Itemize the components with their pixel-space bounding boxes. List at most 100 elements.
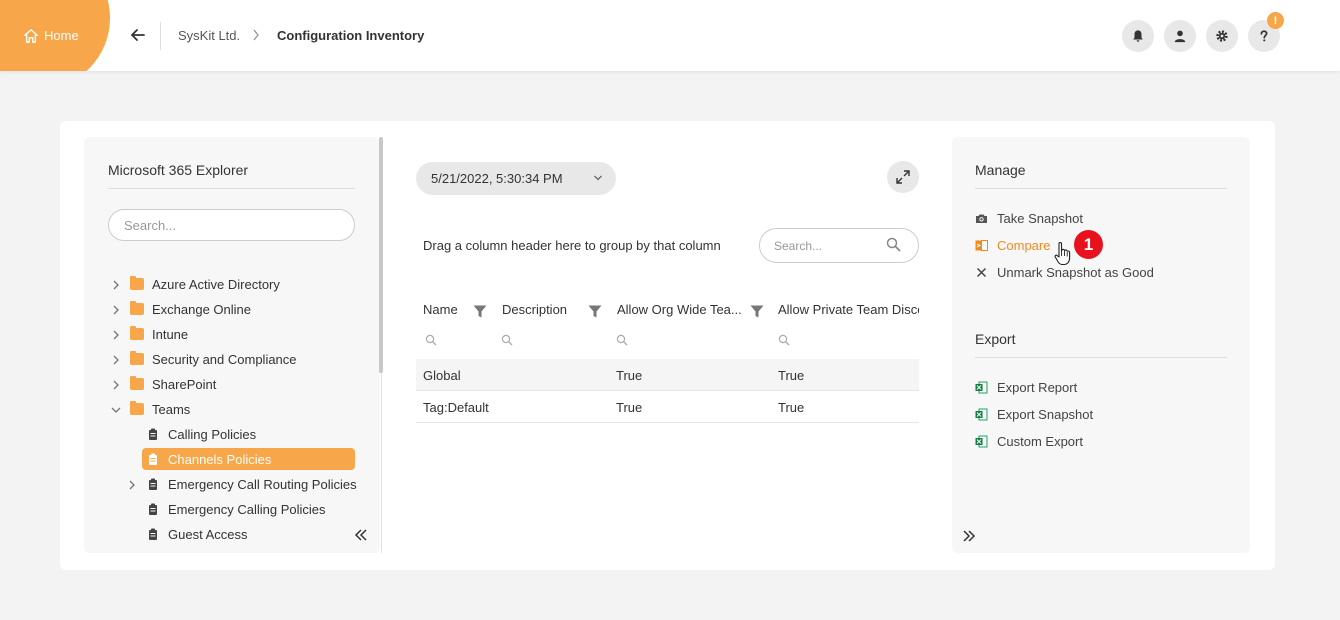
filter-icon[interactable] — [750, 305, 764, 318]
export-title: Export — [975, 331, 1016, 347]
manage-title: Manage — [975, 162, 1026, 178]
snapshot-date-select[interactable]: 5/21/2022, 5:30:34 PM — [416, 162, 616, 195]
tree-item-label: Emergency Calling Policies — [168, 501, 326, 517]
chevron-right-icon[interactable] — [127, 480, 137, 490]
menu-item-label: Unmark Snapshot as Good — [997, 265, 1154, 280]
chevron-down-icon[interactable] — [111, 405, 121, 415]
cell-name: Tag:Default — [423, 400, 489, 415]
chevron-right-icon[interactable] — [111, 330, 121, 340]
clipboard-icon — [149, 503, 157, 515]
excel-icon — [975, 408, 988, 421]
snapshot-date-value: 5/21/2022, 5:30:34 PM — [431, 171, 563, 186]
column-filter-search-icon[interactable] — [501, 334, 513, 346]
compare-button[interactable]: Compare — [975, 238, 1050, 253]
tree-item-label: Intune — [152, 326, 189, 342]
home-label: Home — [44, 28, 79, 43]
column-header-name[interactable]: Name — [423, 302, 458, 317]
expand-panel-icon[interactable] — [962, 529, 976, 543]
tree-item-channels-policies[interactable]: Channels Policies — [148, 449, 271, 469]
tree-item-label: Guest Access — [168, 526, 248, 542]
explorer-search-input[interactable] — [108, 209, 355, 241]
notifications-button[interactable] — [1122, 20, 1154, 52]
search-icon[interactable] — [886, 237, 901, 252]
column-filter-search-icon[interactable] — [616, 334, 628, 346]
explorer-title-rule — [108, 188, 355, 189]
tree-item-label: SharePoint — [152, 376, 217, 392]
settings-button[interactable] — [1206, 20, 1238, 52]
folder-icon — [130, 326, 144, 340]
excel-icon — [975, 435, 988, 448]
manage-title-rule — [975, 188, 1227, 189]
user-icon — [1174, 30, 1186, 43]
profile-button[interactable] — [1164, 20, 1196, 52]
close-icon — [976, 267, 987, 278]
tree-item-exchange[interactable]: Exchange Online — [130, 299, 251, 319]
home-button[interactable]: Home — [24, 28, 79, 43]
export-snapshot-button[interactable]: Export Snapshot — [975, 407, 1093, 422]
cell-name: Global — [423, 368, 461, 383]
export-title-rule — [975, 357, 1227, 358]
back-arrow-icon[interactable] — [130, 27, 146, 43]
menu-item-label: Compare — [997, 238, 1051, 253]
cell-allow-org-wide: True — [616, 400, 643, 415]
clipboard-icon — [149, 428, 157, 440]
folder-icon — [130, 401, 144, 415]
column-filter-search-icon[interactable] — [778, 334, 790, 346]
column-header-allow-org-wide[interactable]: Allow Org Wide Tea... — [617, 302, 742, 317]
tree-item-security[interactable]: Security and Compliance — [130, 349, 297, 369]
menu-item-label: Export Snapshot — [997, 407, 1094, 422]
group-by-hint: Drag a column header here to group by th… — [423, 238, 721, 253]
cell-allow-private: True — [778, 400, 805, 415]
tree-item-guest-access[interactable]: Guest Access — [148, 524, 247, 544]
clipboard-icon — [149, 453, 157, 465]
folder-icon — [130, 376, 144, 390]
filter-icon[interactable] — [588, 305, 602, 318]
help-alert-badge: ! — [1267, 12, 1284, 29]
tree-item-label: Teams — [152, 401, 191, 417]
tree-item-calling-policies[interactable]: Calling Policies — [148, 424, 256, 444]
column-header-allow-private-team[interactable]: Allow Private Team Disco — [778, 302, 919, 317]
column-header-description[interactable]: Description — [502, 302, 567, 317]
tree-item-intune[interactable]: Intune — [130, 324, 188, 344]
table-row[interactable]: Tag:Default True True — [416, 391, 919, 423]
menu-item-label: Custom Export — [997, 434, 1083, 449]
column-filter-search-icon[interactable] — [425, 334, 437, 346]
folder-icon — [130, 276, 144, 290]
expand-icon — [896, 170, 910, 184]
chevron-right-icon[interactable] — [111, 380, 121, 390]
folder-icon — [130, 351, 144, 365]
tree-item-label: Azure Active Directory — [152, 276, 280, 292]
table-row[interactable]: Global True True — [416, 359, 919, 391]
page-title: Configuration Inventory — [277, 28, 425, 43]
compare-icon — [975, 240, 988, 251]
unmark-snapshot-button[interactable]: Unmark Snapshot as Good — [975, 265, 1154, 280]
collapse-panel-icon[interactable] — [354, 528, 368, 542]
tree-item-label: Channels Policies — [168, 451, 272, 467]
tree-item-emergency-routing[interactable]: Emergency Call Routing Policies — [148, 474, 357, 494]
export-report-button[interactable]: Export Report — [975, 380, 1077, 395]
tree-item-teams[interactable]: Teams — [130, 399, 190, 419]
step-number-badge: 1 — [1074, 230, 1103, 259]
chevron-right-icon[interactable] — [111, 280, 121, 290]
chevron-right-icon[interactable] — [111, 305, 121, 315]
menu-item-label: Export Report — [997, 380, 1078, 395]
gear-icon — [1216, 30, 1228, 42]
home-icon — [24, 28, 38, 43]
tree-item-emergency-calling[interactable]: Emergency Calling Policies — [148, 499, 326, 519]
chevron-right-icon[interactable] — [111, 355, 121, 365]
top-bar: Home SysKit Ltd. Configuration Inventory… — [0, 0, 1340, 71]
breadcrumb-org[interactable]: SysKit Ltd. — [178, 28, 240, 43]
filter-icon[interactable] — [473, 305, 487, 318]
data-grid: Name Description Allow Org Wide Tea... A… — [416, 290, 919, 430]
fullscreen-button[interactable] — [887, 161, 919, 193]
custom-export-button[interactable]: Custom Export — [975, 434, 1083, 449]
tree-item-sharepoint[interactable]: SharePoint — [130, 374, 216, 394]
folder-icon — [130, 301, 144, 315]
take-snapshot-button[interactable]: Take Snapshot — [975, 211, 1083, 226]
explorer-scrollbar[interactable] — [379, 137, 383, 373]
explorer-title: Microsoft 365 Explorer — [108, 162, 249, 178]
tree-item-label: Calling Policies — [168, 426, 257, 442]
tree-item-azure-ad[interactable]: Azure Active Directory — [130, 274, 280, 294]
bell-icon — [1133, 30, 1143, 42]
tree-item-label: Security and Compliance — [152, 351, 297, 367]
